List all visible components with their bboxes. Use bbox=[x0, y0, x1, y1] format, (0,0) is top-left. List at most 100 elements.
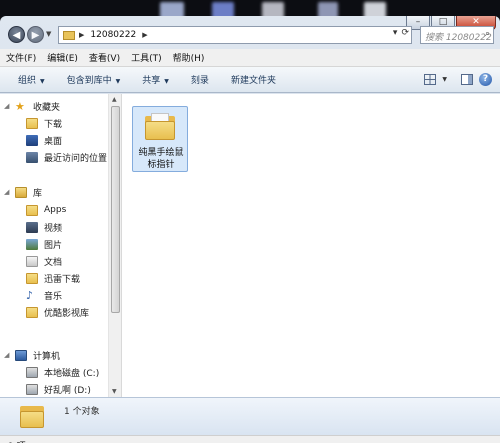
recent-pages-dropdown[interactable]: ▼ bbox=[46, 30, 51, 38]
system-drive-icon bbox=[26, 366, 38, 378]
expand-arrow-icon[interactable]: ◢ bbox=[4, 102, 12, 110]
nav-item-desktop[interactable]: 桌面 bbox=[26, 132, 62, 148]
expand-arrow-icon[interactable]: ◢ bbox=[4, 188, 12, 196]
computer-icon bbox=[15, 349, 27, 361]
nav-item-label: Apps bbox=[44, 205, 67, 215]
chevron-down-icon[interactable]: ▼ bbox=[442, 76, 447, 83]
library-folder-icon bbox=[26, 272, 38, 284]
organize-label: 组织 bbox=[18, 76, 37, 86]
nav-favorites[interactable]: ◢ ★ 收藏夹 bbox=[4, 98, 60, 114]
search-icon: ⌕ bbox=[484, 29, 490, 39]
chevron-down-icon: ▼ bbox=[164, 78, 169, 85]
nav-item-documents[interactable]: 文档 bbox=[26, 253, 62, 269]
view-controls: ▼ ? bbox=[424, 73, 492, 86]
documents-library-icon bbox=[26, 255, 38, 267]
music-library-icon: ♪ bbox=[26, 288, 34, 302]
youku-library-icon bbox=[26, 306, 38, 318]
details-pane: 1 个对象 bbox=[0, 397, 500, 435]
folder-icon bbox=[145, 113, 175, 140]
nav-item-apps[interactable]: Apps bbox=[26, 202, 66, 218]
item-count: 1 个对象 bbox=[64, 407, 100, 417]
explorer-window: – □ ✕ ◀ ▶ ▼ ▶ 12080222 ▶ ▾ ⟳ 搜索 12080222… bbox=[0, 16, 500, 443]
nav-item-label: 下载 bbox=[44, 119, 63, 130]
chevron-right-icon[interactable]: ▶ bbox=[79, 31, 84, 39]
pictures-library-icon bbox=[26, 238, 38, 250]
nav-item-videos[interactable]: 视频 bbox=[26, 219, 62, 235]
nav-item-label: 图片 bbox=[44, 240, 63, 251]
breadcrumb-folder[interactable]: 12080222 bbox=[90, 30, 136, 40]
nav-scrollbar[interactable]: ▲ ▼ bbox=[108, 94, 121, 397]
nav-item-label: 优酷影视库 bbox=[44, 308, 90, 319]
help-icon[interactable]: ? bbox=[479, 73, 492, 86]
nav-computer-label: 计算机 bbox=[33, 351, 61, 362]
scrollbar-thumb[interactable] bbox=[111, 106, 120, 313]
menu-view[interactable]: 查看(V) bbox=[89, 51, 120, 64]
scroll-up-icon[interactable]: ▲ bbox=[112, 96, 117, 103]
nav-item-label: 文档 bbox=[44, 257, 63, 268]
organize-button[interactable]: 组织 ▼ bbox=[18, 73, 45, 86]
nav-computer[interactable]: ◢ 计算机 bbox=[4, 347, 60, 363]
folder-item[interactable]: 纯黑手绘鼠 标指针 bbox=[132, 106, 188, 172]
folder-name-line: 纯黑手绘鼠 bbox=[138, 148, 184, 158]
expand-arrow-icon[interactable]: ◢ bbox=[4, 351, 12, 359]
back-button[interactable]: ◀ bbox=[8, 26, 25, 43]
status-bar: 1 项 bbox=[0, 435, 500, 443]
nav-item-youku[interactable]: 优酷影视库 bbox=[26, 304, 89, 320]
share-button[interactable]: 共享 ▼ bbox=[142, 73, 169, 86]
nav-libraries[interactable]: ◢ 库 bbox=[4, 184, 42, 200]
drive-icon bbox=[26, 383, 38, 395]
share-label: 共享 bbox=[142, 76, 161, 86]
chevron-down-icon[interactable]: ▾ bbox=[393, 28, 398, 38]
file-list: 纯黑手绘鼠 标指针 bbox=[122, 94, 500, 397]
folder-icon bbox=[63, 30, 75, 40]
arrow-right-icon: ▶ bbox=[31, 30, 40, 41]
nav-item-label: 最近访问的位置 bbox=[44, 153, 108, 164]
address-bar-actions: ▾ ⟳ bbox=[393, 28, 409, 38]
nav-item-label: 本地磁盘 (C:) bbox=[44, 368, 100, 379]
nav-item-pictures[interactable]: 图片 bbox=[26, 236, 62, 252]
nav-item-music[interactable]: ♪ 音乐 bbox=[26, 287, 62, 303]
burn-button[interactable]: 刻录 bbox=[191, 73, 209, 86]
change-view-icon[interactable] bbox=[424, 74, 437, 85]
include-in-library-button[interactable]: 包含到库中 ▼ bbox=[67, 73, 121, 86]
nav-favorites-label: 收藏夹 bbox=[33, 102, 61, 113]
scroll-down-icon[interactable]: ▼ bbox=[112, 388, 117, 395]
video-library-icon bbox=[26, 221, 38, 233]
search-input[interactable]: 搜索 12080222 ⌕ bbox=[420, 26, 494, 44]
nav-libraries-label: 库 bbox=[33, 188, 43, 199]
menu-edit[interactable]: 编辑(E) bbox=[47, 51, 78, 64]
new-folder-button[interactable]: 新建文件夹 bbox=[231, 73, 276, 86]
nav-item-label: 音乐 bbox=[44, 291, 63, 302]
nav-item-drive-c[interactable]: 本地磁盘 (C:) bbox=[26, 364, 99, 380]
refresh-icon[interactable]: ⟳ bbox=[401, 28, 409, 38]
nav-item-downloads[interactable]: 下载 bbox=[26, 115, 62, 131]
folder-name-line: 标指针 bbox=[147, 160, 175, 170]
chevron-down-icon: ▼ bbox=[115, 78, 121, 85]
desktop-icon bbox=[26, 134, 38, 146]
recent-places-icon bbox=[26, 151, 38, 163]
command-bar: 组织 ▼ 包含到库中 ▼ 共享 ▼ 刻录 新建文件夹 ▼ ? bbox=[0, 67, 500, 93]
address-bar[interactable]: ▶ 12080222 ▶ ▾ ⟳ bbox=[58, 26, 412, 44]
nav-item-label: 迅雷下载 bbox=[44, 274, 81, 285]
menu-bar: 文件(F) 编辑(E) 查看(V) 工具(T) 帮助(H) bbox=[0, 49, 500, 67]
menu-help[interactable]: 帮助(H) bbox=[173, 51, 205, 64]
nav-item-drive-d[interactable]: 好乱啊 (D:) bbox=[26, 381, 91, 397]
nav-item-label: 好乱啊 (D:) bbox=[44, 385, 91, 396]
folder-icon bbox=[20, 403, 46, 429]
address-row: ◀ ▶ ▼ ▶ 12080222 ▶ ▾ ⟳ 搜索 12080222 ⌕ bbox=[0, 24, 500, 46]
forward-button[interactable]: ▶ bbox=[27, 26, 44, 43]
folder-name: 纯黑手绘鼠 标指针 bbox=[133, 147, 189, 171]
nav-item-recent-places[interactable]: 最近访问的位置 bbox=[26, 149, 107, 165]
include-in-library-label: 包含到库中 bbox=[66, 76, 112, 86]
arrow-left-icon: ◀ bbox=[12, 30, 21, 41]
preview-pane-icon[interactable] bbox=[461, 74, 473, 85]
menu-file[interactable]: 文件(F) bbox=[6, 51, 36, 64]
downloads-icon bbox=[26, 117, 38, 129]
search-placeholder: 搜索 12080222 bbox=[425, 33, 492, 43]
navigation-pane: ◢ ★ 收藏夹 下载 桌面 最近访问的位置 ◢ 库 Apps 视频 图片 文档 … bbox=[0, 94, 122, 397]
chevron-right-icon[interactable]: ▶ bbox=[142, 31, 147, 39]
star-icon: ★ bbox=[15, 99, 25, 113]
nav-item-xunlei-downloads[interactable]: 迅雷下载 bbox=[26, 270, 80, 286]
menu-tools[interactable]: 工具(T) bbox=[131, 51, 162, 64]
library-icon bbox=[15, 186, 27, 198]
